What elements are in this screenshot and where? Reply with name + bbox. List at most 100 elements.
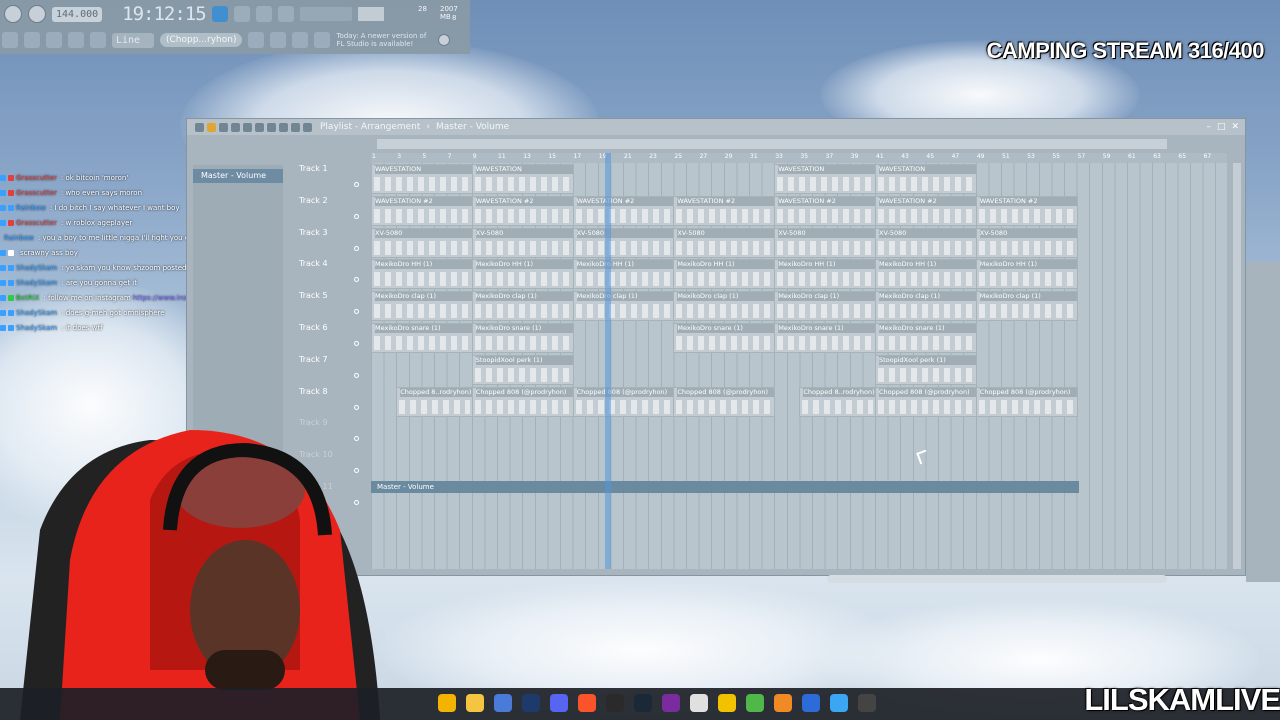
pattern-mode-icon[interactable]	[211, 6, 228, 22]
playlist-clip[interactable]: Chopped 808 (@prodryhon)	[875, 386, 977, 417]
chat-username[interactable]: Grasscutter	[16, 174, 57, 182]
fl-studio-icon[interactable]	[774, 694, 792, 712]
playlist-clip[interactable]: MexikoDro snare (1)	[673, 323, 776, 353]
playlist-clip[interactable]: XV-5080	[471, 227, 574, 258]
ctrl-icon[interactable]	[292, 32, 309, 48]
piano-roll-icon[interactable]	[68, 32, 84, 48]
transport-stop-icon[interactable]	[28, 5, 46, 23]
vertical-scrollbar[interactable]	[1233, 163, 1241, 569]
chat-username[interactable]: Grasscutter	[16, 189, 57, 197]
playlist-clip[interactable]: MexikoDro HH (1)	[673, 259, 776, 290]
tool-icon[interactable]	[2, 32, 18, 48]
playlist-clip[interactable]: WAVESTATION #2	[975, 195, 1078, 226]
playlist-clip[interactable]: MexikoDro HH (1)	[471, 259, 574, 290]
timeline-ruler[interactable]: 1 3 5 7 9 11 13 15 17 19 21 23 25 27 29 31 33 35 37 39 41 43 4…	[371, 153, 1227, 163]
playlist-clip[interactable]: MexikoDro HH (1)	[774, 259, 876, 290]
ableton-icon[interactable]	[690, 694, 708, 712]
playlist-clip[interactable]: MexikoDro snare (1)	[774, 323, 876, 353]
store-icon[interactable]	[494, 694, 512, 712]
playlist-clip[interactable]: XV-5080	[975, 227, 1078, 258]
playlist-clip[interactable]: StoopidXool perk (1)	[875, 354, 977, 385]
app3-icon[interactable]	[830, 694, 848, 712]
playlist-clip[interactable]: MexikoDro clap (1)	[572, 291, 675, 322]
browser-item-master-volume[interactable]: Master - Volume	[193, 169, 283, 183]
playlist-clip[interactable]: Chopped 8..rodryhon)	[799, 386, 876, 417]
maximize-icon[interactable]: □	[1217, 122, 1226, 132]
playlist-clip[interactable]: MexikoDro HH (1)	[572, 259, 675, 290]
mic-icon[interactable]	[90, 32, 106, 48]
play-icon[interactable]	[195, 122, 204, 132]
chat-username[interactable]: ShadySkam	[16, 279, 57, 287]
playlist-clip[interactable]: XV-5080	[673, 227, 776, 258]
track-mute-icon[interactable]	[354, 277, 359, 283]
playlist-clip[interactable]: WAVESTATION #2	[673, 195, 776, 226]
news-panel[interactable]: Today: A newer version of FL Studio is a…	[336, 32, 432, 48]
playlist-clip[interactable]: MexikoDro clap (1)	[371, 291, 473, 322]
transport-record-icon[interactable]	[4, 5, 22, 23]
playlist-clip[interactable]: WAVESTATION #2	[471, 195, 574, 226]
automation-clip-master-volume[interactable]: Master - Volume	[371, 481, 1079, 493]
playlist-clip[interactable]: MexikoDro clap (1)	[774, 291, 876, 322]
close-icon[interactable]: ✕	[1231, 122, 1239, 132]
obs-icon[interactable]	[606, 694, 624, 712]
pattern-select[interactable]: (Chopp...ryhon)	[160, 33, 243, 47]
track-label[interactable]: Track 4	[299, 259, 328, 268]
minimize-icon[interactable]: –	[1206, 122, 1211, 132]
shift-icon[interactable]	[270, 32, 287, 48]
slip-tool-icon[interactable]	[255, 122, 264, 132]
chat-username[interactable]: ShadySkam	[16, 264, 57, 272]
playhead[interactable]	[605, 153, 611, 569]
utorrent-icon[interactable]	[746, 694, 764, 712]
track-label[interactable]: Track 5	[299, 291, 328, 300]
select-tool-icon[interactable]	[279, 122, 288, 132]
update-icon[interactable]	[438, 34, 451, 46]
track-label[interactable]: Track 3	[299, 228, 328, 237]
playlist-clip[interactable]: WAVESTATION #2	[572, 195, 675, 226]
app2-icon[interactable]	[802, 694, 820, 712]
playlist-clip[interactable]: MexikoDro clap (1)	[875, 291, 977, 322]
track-mute-icon[interactable]	[354, 309, 359, 315]
playlist-clip[interactable]: Chopped 808 (@prodryhon)	[673, 386, 776, 417]
metronome-icon[interactable]	[255, 6, 272, 22]
track-mute-icon[interactable]	[354, 341, 359, 346]
playlist-clip[interactable]: WAVESTATION	[371, 164, 473, 194]
draw-tool-icon[interactable]	[207, 122, 216, 132]
breadcrumb-item[interactable]: Master - Volume	[436, 122, 509, 132]
discord-icon[interactable]	[550, 694, 568, 712]
winrar-icon[interactable]	[662, 694, 680, 712]
song-mode-icon[interactable]	[233, 6, 250, 22]
app-icon[interactable]	[718, 694, 736, 712]
track-mute-icon[interactable]	[354, 245, 359, 251]
track-mute-icon[interactable]	[354, 404, 359, 410]
playlist-clip[interactable]: XV-5080	[572, 227, 675, 258]
overview-scrollbar[interactable]	[377, 139, 1167, 149]
playlist-clip[interactable]: XV-5080	[875, 227, 977, 258]
track-label[interactable]: Track 2	[299, 196, 328, 205]
playlist-clip[interactable]: XV-5080	[774, 227, 876, 258]
track-mute-icon[interactable]	[354, 182, 359, 187]
playlist-clip[interactable]: WAVESTATION #2	[371, 195, 473, 226]
chat-username[interactable]: ShadySkam	[16, 324, 57, 332]
chat-username[interactable]: ShadySkam	[16, 309, 57, 317]
chat-username[interactable]: Rainbow	[4, 234, 34, 242]
track-label[interactable]: Track 6	[299, 323, 328, 332]
playlist-clip[interactable]: MexikoDro snare (1)	[371, 323, 473, 353]
chrome-icon[interactable]	[438, 694, 456, 712]
track-label[interactable]: Track 1	[299, 164, 328, 173]
playlist-clip[interactable]: MexikoDro HH (1)	[371, 259, 473, 290]
playlist-clip[interactable]: MexikoDro clap (1)	[471, 291, 574, 322]
playlist-clip[interactable]: WAVESTATION #2	[875, 195, 977, 226]
snap-select[interactable]: Line	[112, 32, 154, 48]
playlist-clip[interactable]: MexikoDro clap (1)	[975, 291, 1078, 322]
playlist-clip[interactable]: StoopidXool perk (1)	[471, 354, 574, 385]
playlist-clip[interactable]: Chopped 808 (@prodryhon)	[572, 386, 675, 417]
folder-icon[interactable]	[466, 694, 484, 712]
chat-username[interactable]: BotRiX	[16, 294, 39, 302]
mixer-insert-strip[interactable]	[1246, 262, 1280, 582]
track-label[interactable]: Track 7	[299, 355, 328, 364]
photoshop-icon[interactable]	[522, 694, 540, 712]
steam-icon[interactable]	[634, 694, 652, 712]
mixer-icon[interactable]	[24, 32, 40, 48]
playlist-clip[interactable]: WAVESTATION	[875, 164, 977, 194]
track-mute-icon[interactable]	[354, 213, 359, 219]
